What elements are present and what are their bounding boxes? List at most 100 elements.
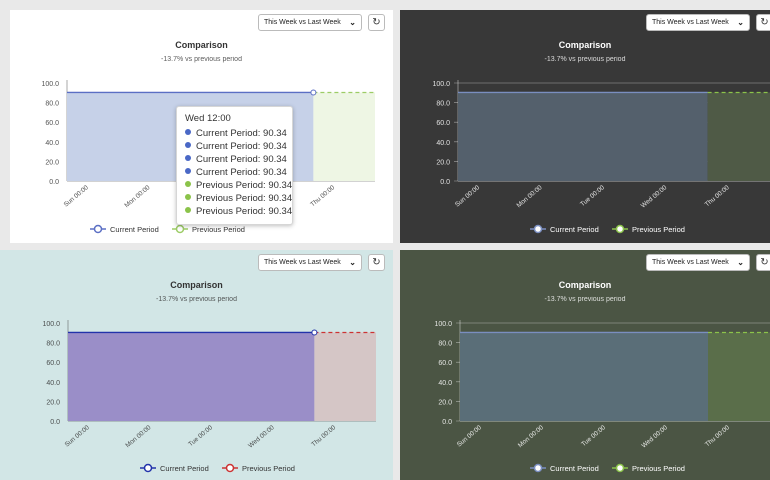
chart-subtitle: -13.7% vs previous period [545,296,626,303]
tooltip-row-label: Previous Period: 90.34 [196,180,293,191]
refresh-icon[interactable]: ↻ [756,14,770,31]
y-tick-label: 0.0 [49,179,59,186]
chart-svg: Comparison -13.7% vs previous period 100.0… [400,10,770,243]
chart-panel-light: Comparison -13.7% vs previous period 100.0… [10,10,393,243]
tooltip-row: Current Period: 90.34 [185,140,292,153]
period-select[interactable]: This Week vs Last Week ⌄ [646,254,750,271]
chevron-down-icon: ⌄ [737,258,744,267]
chart-subtitle: -13.7% vs previous period [161,56,242,63]
period-select-label: This Week vs Last Week [264,19,341,26]
chart-tooltip: Wed 12:00 Current Period: 90.34 Current P… [176,106,293,225]
tooltip-row: Previous Period: 90.34 [185,205,292,218]
y-tick-label: 80.0 [46,341,60,348]
y-tick-label: 80.0 [438,341,452,348]
y-tick-label: 80.0 [45,101,59,108]
period-select[interactable]: This Week vs Last Week ⌄ [258,14,362,31]
legend-marker [615,224,625,234]
data-point [311,329,318,336]
legend-marker [615,463,625,473]
previous-period-area [314,332,376,421]
y-tick-label: 60.0 [45,120,59,127]
y-tick-label: 100.0 [434,321,452,328]
legend-marker [175,224,185,234]
legend-label: Current Period [160,464,209,473]
chart-panel-dark: Comparison -13.7% vs previous period 100.0… [400,10,770,243]
tooltip-row: Current Period: 90.34 [185,127,292,140]
y-tick-label: 0.0 [442,419,452,426]
refresh-icon[interactable]: ↻ [368,254,385,271]
y-tick-label: 0.0 [440,179,450,186]
y-tick-label: 100.0 [41,81,59,88]
current-period-area [460,332,708,421]
series-dot-icon [185,194,191,201]
chart-svg: Comparison -13.7% vs previous period 100.0… [400,250,770,480]
tooltip-row: Previous Period: 90.34 [185,192,292,205]
y-tick-label: 20.0 [45,159,59,166]
series-dot-icon [185,155,191,162]
legend-marker [143,463,153,473]
y-tick-label: 20.0 [438,399,452,406]
tooltip-row: Current Period: 90.34 [185,166,292,179]
legend-label: Previous Period [632,464,685,473]
tooltip-row: Current Period: 90.34 [185,153,292,166]
refresh-icon[interactable]: ↻ [368,14,385,31]
tooltip-rows: Current Period: 90.34 Current Period: 90.… [185,127,292,218]
previous-period-area [708,332,770,421]
legend-label: Previous Period [632,225,685,234]
tooltip-row-label: Previous Period: 90.34 [196,193,293,204]
legend-label: Current Period [550,225,599,234]
data-point [310,89,317,96]
series-dot-icon [185,142,191,149]
y-tick-label: 100.0 [42,321,60,328]
tooltip-row-label: Previous Period: 90.34 [196,206,293,217]
y-tick-label: 40.0 [438,380,452,387]
chart-panel-teal: Comparison -13.7% vs previous period 100.0… [0,250,393,480]
tooltip-row-label: Current Period: 90.34 [196,141,287,152]
chart-panel-olive: Comparison -13.7% vs previous period 100.0… [400,250,770,480]
chart-title: Comparison [559,280,612,290]
chevron-down-icon: ⌄ [349,258,356,267]
y-tick-label: 60.0 [46,360,60,367]
chart-subtitle: -13.7% vs previous period [545,56,626,63]
series-dot-icon [185,207,191,214]
period-select-label: This Week vs Last Week [264,259,341,266]
chart-title: Comparison [559,40,612,50]
period-select-label: This Week vs Last Week [652,259,729,266]
previous-period-area [313,92,375,181]
period-select[interactable]: This Week vs Last Week ⌄ [258,254,362,271]
legend-marker [533,463,543,473]
legend-marker [93,224,103,234]
legend-label: Previous Period [242,464,295,473]
chart-subtitle: -13.7% vs previous period [156,296,237,303]
legend-label: Previous Period [192,225,245,234]
tooltip-row-label: Current Period: 90.34 [196,154,287,165]
period-select[interactable]: This Week vs Last Week ⌄ [646,14,750,31]
y-tick-label: 40.0 [46,380,60,387]
series-dot-icon [185,129,191,136]
y-tick-label: 80.0 [436,101,450,108]
refresh-icon[interactable]: ↻ [756,254,770,271]
y-tick-label: 20.0 [46,399,60,406]
legend-marker [533,224,543,234]
legend-label: Current Period [550,464,599,473]
current-period-area [458,92,708,181]
y-tick-label: 60.0 [436,120,450,127]
y-tick-label: 100.0 [432,81,450,88]
tooltip-row-label: Current Period: 90.34 [196,167,287,178]
tooltip-title: Wed 12:00 [185,113,231,124]
y-tick-label: 40.0 [45,140,59,147]
y-tick-label: 60.0 [438,360,452,367]
y-tick-label: 40.0 [436,140,450,147]
chart-title: Comparison [170,280,223,290]
previous-period-area [707,92,770,181]
period-select-label: This Week vs Last Week [652,19,729,26]
chart-title: Comparison [175,40,228,50]
y-tick-label: 20.0 [436,159,450,166]
legend-marker [225,463,235,473]
legend-label: Current Period [110,225,159,234]
current-period-area [68,332,315,421]
chevron-down-icon: ⌄ [737,18,744,27]
chart-svg: Comparison -13.7% vs previous period 100.0… [0,250,393,480]
tooltip-row-label: Current Period: 90.34 [196,128,287,139]
y-tick-label: 0.0 [50,419,60,426]
